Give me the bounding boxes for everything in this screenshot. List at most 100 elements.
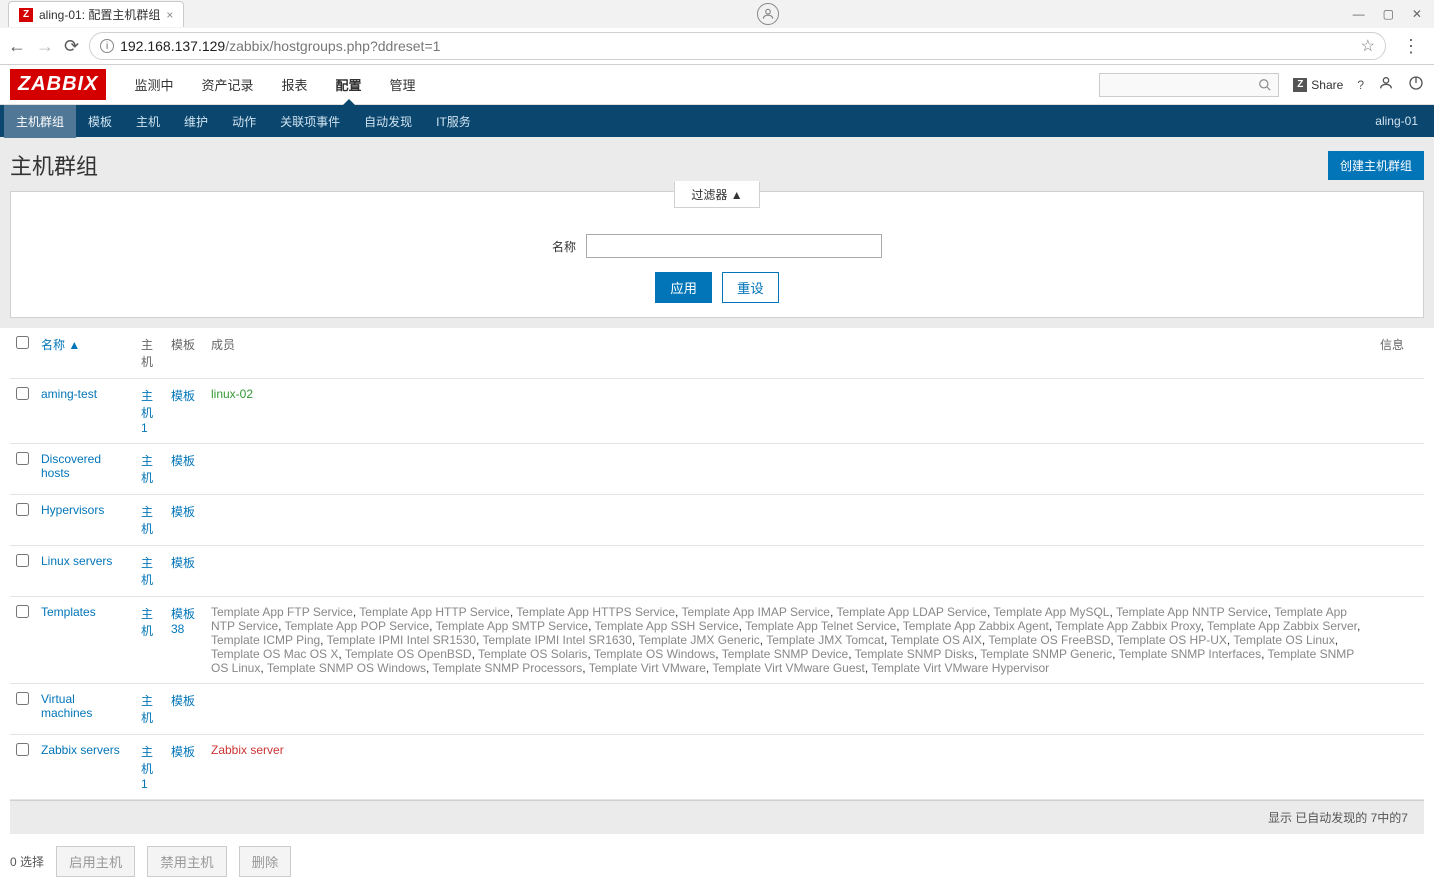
- member-link[interactable]: linux-02: [211, 387, 253, 401]
- reload-icon[interactable]: ⟳: [64, 36, 79, 57]
- power-icon[interactable]: [1408, 75, 1424, 94]
- templates-link[interactable]: 模板 38: [171, 607, 195, 636]
- browser-menu-icon[interactable]: ⋮: [1396, 36, 1426, 57]
- member-link[interactable]: Template App FTP Service: [211, 605, 353, 619]
- member-link[interactable]: Template OS FreeBSD: [988, 633, 1110, 647]
- member-link[interactable]: Template OS HP-UX: [1117, 633, 1227, 647]
- share-button[interactable]: Z Share: [1293, 78, 1343, 92]
- hosts-link[interactable]: 主机 1: [141, 389, 153, 435]
- sub-item[interactable]: 模板: [76, 105, 124, 138]
- sub-item[interactable]: 维护: [172, 105, 220, 138]
- member-link[interactable]: Template SNMP Processors: [432, 661, 582, 675]
- back-icon[interactable]: ←: [8, 36, 26, 57]
- filter-name-input[interactable]: [586, 234, 882, 258]
- member-link[interactable]: Template JMX Tomcat: [766, 633, 884, 647]
- user-icon[interactable]: [1378, 75, 1394, 94]
- group-link[interactable]: Linux servers: [41, 554, 112, 568]
- group-link[interactable]: Virtual machines: [41, 692, 92, 720]
- sub-item[interactable]: 自动发现: [352, 105, 424, 138]
- sub-item[interactable]: 主机: [124, 105, 172, 138]
- row-checkbox[interactable]: [16, 452, 29, 465]
- group-link[interactable]: aming-test: [41, 387, 97, 401]
- group-link[interactable]: Discovered hosts: [41, 452, 101, 480]
- templates-link[interactable]: 模板: [171, 454, 195, 468]
- member-link[interactable]: Template Virt VMware: [589, 661, 706, 675]
- member-link[interactable]: Template OS Mac OS X: [211, 647, 338, 661]
- forward-icon[interactable]: →: [36, 36, 54, 57]
- enable-hosts-button[interactable]: 启用主机: [56, 846, 135, 877]
- member-link[interactable]: Template SNMP Generic: [980, 647, 1112, 661]
- member-link[interactable]: Template SNMP Disks: [855, 647, 974, 661]
- select-all-checkbox[interactable]: [16, 336, 29, 349]
- member-link[interactable]: Template SNMP OS Windows: [267, 661, 426, 675]
- member-link[interactable]: Template OS AIX: [891, 633, 982, 647]
- member-link[interactable]: Template App POP Service: [285, 619, 430, 633]
- sub-item[interactable]: 关联项事件: [268, 105, 352, 138]
- url-input[interactable]: i 192.168.137.129/zabbix/hostgroups.php?…: [89, 32, 1386, 60]
- hosts-link[interactable]: 主机: [141, 607, 153, 638]
- member-link[interactable]: Template App HTTP Service: [359, 605, 510, 619]
- menu-item[interactable]: 报表: [267, 65, 321, 104]
- filter-toggle[interactable]: 过滤器 ▲: [674, 181, 759, 208]
- apply-button[interactable]: 应用: [655, 272, 712, 303]
- sub-item[interactable]: IT服务: [424, 105, 483, 138]
- member-link[interactable]: Template Virt VMware Guest: [712, 661, 865, 675]
- member-link[interactable]: Template OS Solaris: [478, 647, 587, 661]
- member-link[interactable]: Template App Zabbix Server: [1207, 619, 1357, 633]
- sub-item[interactable]: 动作: [220, 105, 268, 138]
- close-window-icon[interactable]: ✕: [1412, 7, 1422, 21]
- hosts-link[interactable]: 主机: [141, 556, 153, 587]
- row-checkbox[interactable]: [16, 554, 29, 567]
- member-link[interactable]: Template IPMI Intel SR1630: [483, 633, 632, 647]
- row-checkbox[interactable]: [16, 503, 29, 516]
- disable-hosts-button[interactable]: 禁用主机: [147, 846, 226, 877]
- menu-item[interactable]: 监测中: [120, 65, 187, 104]
- logo[interactable]: ZABBIX: [10, 69, 106, 100]
- templates-link[interactable]: 模板: [171, 694, 195, 708]
- member-link[interactable]: Template App NNTP Service: [1116, 605, 1268, 619]
- member-link[interactable]: Template App LDAP Service: [836, 605, 987, 619]
- member-link[interactable]: Template App Zabbix Proxy: [1055, 619, 1200, 633]
- member-link[interactable]: Template OS Linux: [1233, 633, 1334, 647]
- member-link[interactable]: Template JMX Generic: [638, 633, 759, 647]
- minimize-icon[interactable]: —: [1353, 7, 1365, 21]
- member-link[interactable]: Template App Zabbix Agent: [903, 619, 1049, 633]
- templates-link[interactable]: 模板: [171, 745, 195, 759]
- hosts-link[interactable]: 主机 1: [141, 745, 153, 791]
- row-checkbox[interactable]: [16, 387, 29, 400]
- row-checkbox[interactable]: [16, 605, 29, 618]
- member-link[interactable]: Template Virt VMware Hypervisor: [871, 661, 1049, 675]
- member-link[interactable]: Template IPMI Intel SR1530: [327, 633, 476, 647]
- bookmark-icon[interactable]: ☆: [1361, 36, 1375, 56]
- row-checkbox[interactable]: [16, 692, 29, 705]
- member-link[interactable]: Template App MySQL: [993, 605, 1109, 619]
- member-link[interactable]: Template SNMP Interfaces: [1119, 647, 1262, 661]
- hosts-link[interactable]: 主机: [141, 454, 153, 485]
- info-icon[interactable]: i: [100, 39, 114, 53]
- delete-button[interactable]: 删除: [239, 846, 292, 877]
- group-link[interactable]: Hypervisors: [41, 503, 104, 517]
- profile-icon[interactable]: [757, 3, 779, 25]
- hosts-link[interactable]: 主机: [141, 505, 153, 536]
- hosts-link[interactable]: 主机: [141, 694, 153, 725]
- help-icon[interactable]: ?: [1357, 78, 1364, 92]
- menu-item[interactable]: 配置: [322, 65, 376, 104]
- member-link[interactable]: Template App SSH Service: [595, 619, 739, 633]
- member-link[interactable]: Template SNMP Device: [722, 647, 849, 661]
- member-link[interactable]: Template App IMAP Service: [681, 605, 830, 619]
- member-link[interactable]: Zabbix server: [211, 743, 284, 757]
- templates-link[interactable]: 模板: [171, 505, 195, 519]
- member-link[interactable]: Template OS Windows: [594, 647, 715, 661]
- member-link[interactable]: Template App SMTP Service: [436, 619, 589, 633]
- menu-item[interactable]: 资产记录: [187, 65, 267, 104]
- member-link[interactable]: Template ICMP Ping: [211, 633, 320, 647]
- search-input[interactable]: [1099, 73, 1279, 97]
- member-link[interactable]: Template App HTTPS Service: [516, 605, 675, 619]
- templates-link[interactable]: 模板: [171, 556, 195, 570]
- group-link[interactable]: Zabbix servers: [41, 743, 120, 757]
- member-link[interactable]: Template App Telnet Service: [745, 619, 896, 633]
- browser-tab[interactable]: Z aling-01: 配置主机群组 ×: [8, 1, 184, 27]
- menu-item[interactable]: 管理: [376, 65, 430, 104]
- col-name-sort[interactable]: 名称 ▲: [41, 338, 80, 352]
- maximize-icon[interactable]: ▢: [1383, 7, 1394, 21]
